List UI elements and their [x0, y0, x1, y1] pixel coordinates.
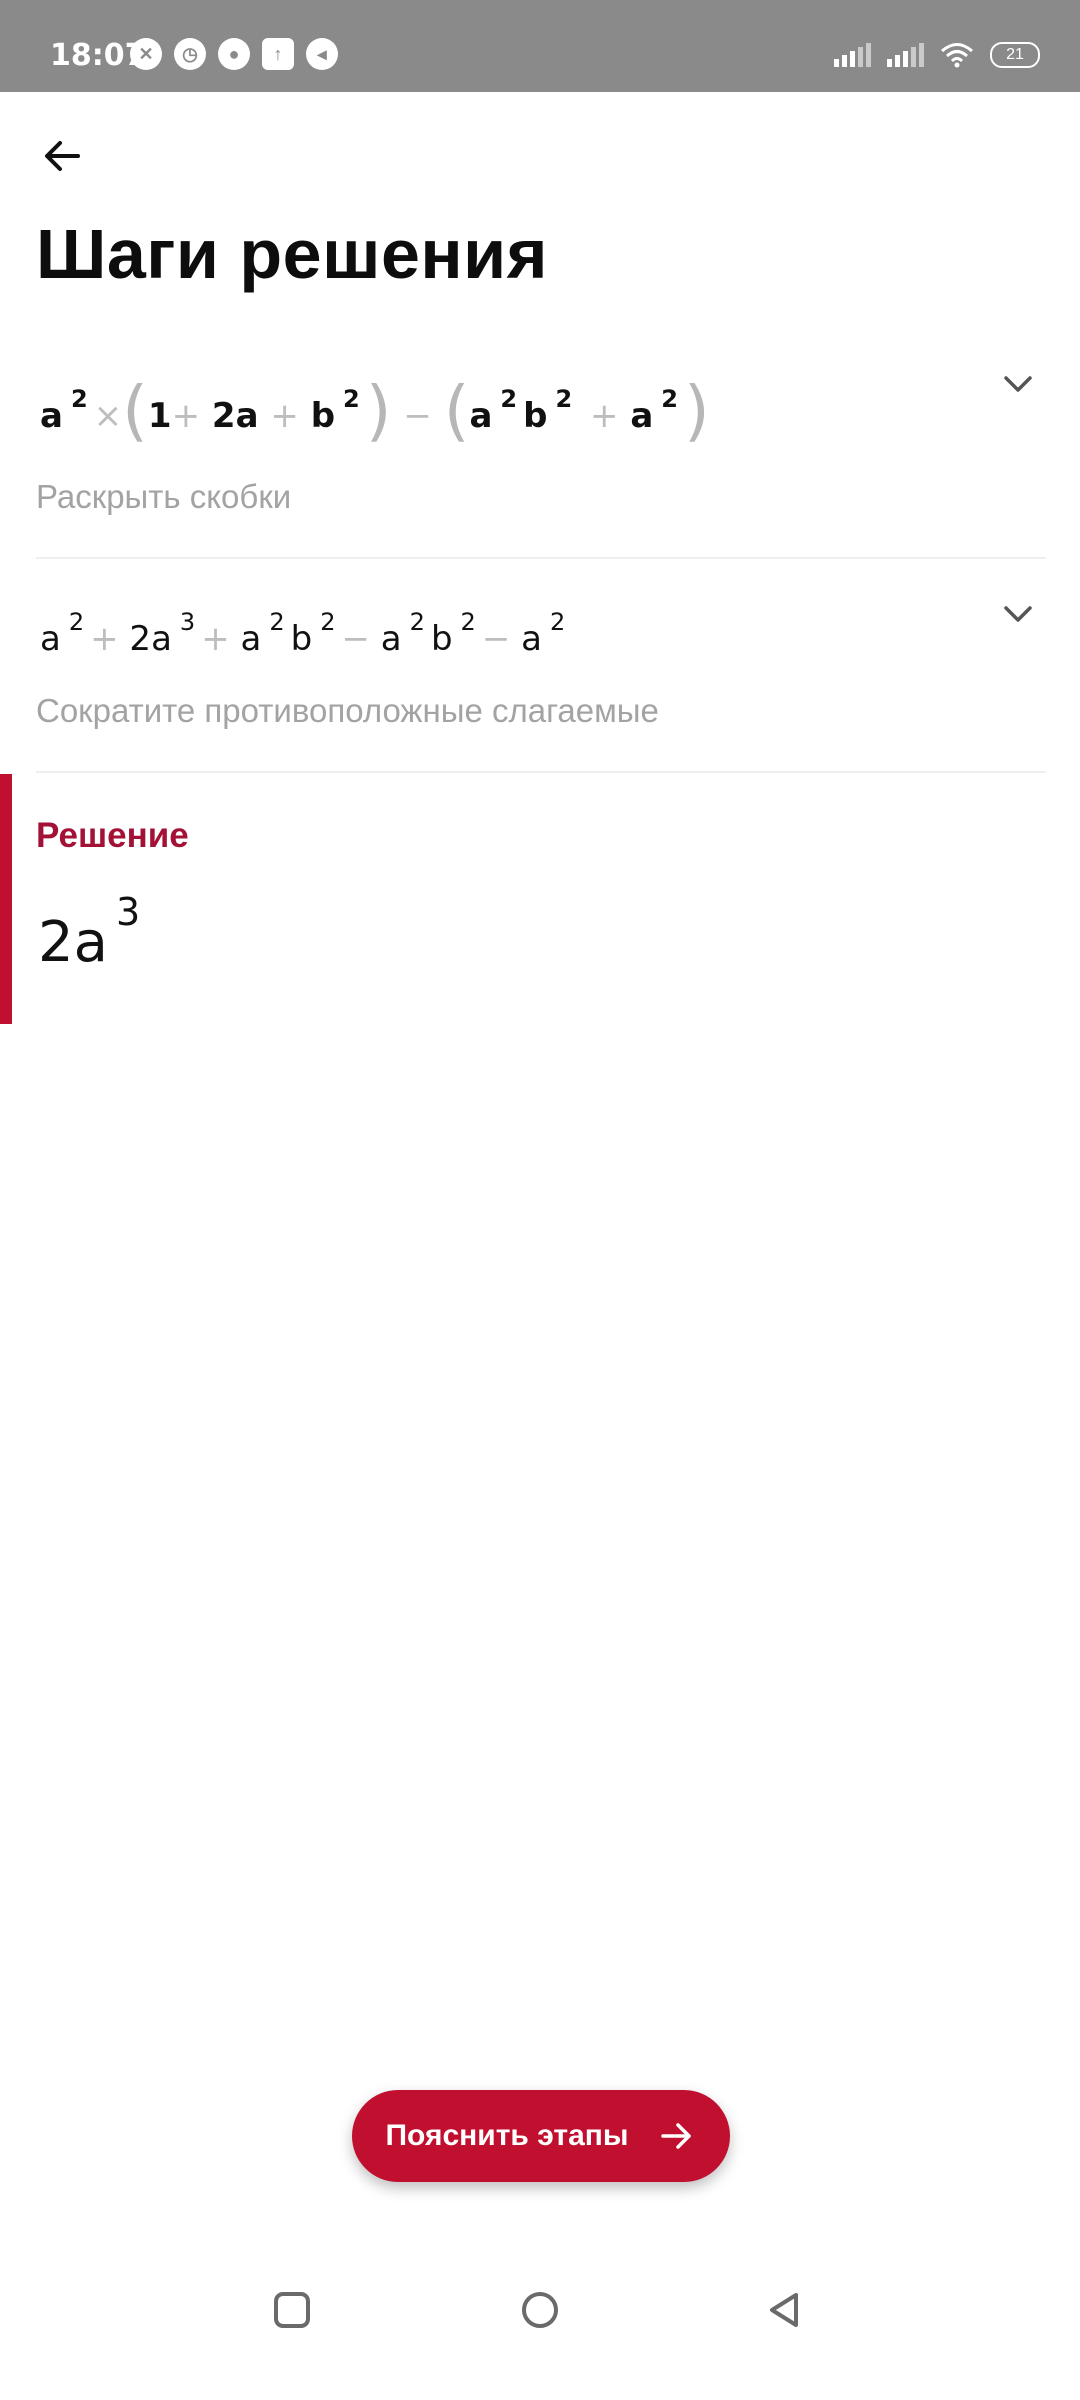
solution-base: 2a	[38, 910, 108, 975]
solution-exponent: 3	[115, 890, 141, 934]
signal-icon	[887, 43, 924, 67]
mute-icon: ✕	[130, 38, 162, 70]
circle-icon[interactable]	[520, 2290, 560, 2330]
app-icon: ●	[218, 38, 250, 70]
divider	[36, 771, 1046, 773]
signal-icon	[834, 43, 871, 67]
megaphone-icon: ◂	[306, 38, 338, 70]
step-1-description: Раскрыть скобки	[36, 478, 292, 515]
battery-icon: 21	[990, 42, 1040, 68]
solution-accent-bar	[0, 774, 12, 1024]
wifi-icon	[941, 43, 973, 68]
step-2-description: Сократите противоположные слагаемые	[36, 692, 659, 729]
alarm-icon: ◷	[174, 38, 206, 70]
arrow-left-icon[interactable]	[34, 128, 90, 184]
square-icon[interactable]	[272, 2290, 312, 2330]
explain-steps-label: Пояснить этапы	[385, 2119, 629, 2152]
arrow-right-icon	[660, 2123, 691, 2149]
battery-level: 21	[1006, 46, 1024, 63]
explain-steps-button[interactable]: Пояснить этапы	[352, 2090, 730, 2182]
step-2-expression: a 2 + 2a 3 + a 2 b 2− a 2 b 2− a2	[40, 608, 566, 659]
system-navigation-bar	[0, 2290, 1080, 2370]
chevron-down-icon[interactable]	[998, 594, 1038, 634]
page-title: Шаги решения	[36, 215, 549, 293]
solution-expression: 2a 3	[38, 890, 146, 975]
status-system-icons: 21	[834, 42, 1040, 68]
chevron-down-icon[interactable]	[998, 364, 1038, 404]
upload-icon: ↑	[262, 38, 294, 70]
status-notification-icons: ✕ ◷ ● ↑ ◂	[130, 38, 338, 70]
divider	[36, 557, 1046, 559]
status-bar: 18:07 ✕ ◷ ● ↑ ◂ 21	[0, 0, 1080, 92]
step-1-expression: a 2 ×(1+ 2a + b 2) − (a 2 b 2 + a 2)	[40, 372, 710, 449]
triangle-back-icon[interactable]	[764, 2290, 804, 2330]
solution-label: Решение	[36, 816, 189, 855]
